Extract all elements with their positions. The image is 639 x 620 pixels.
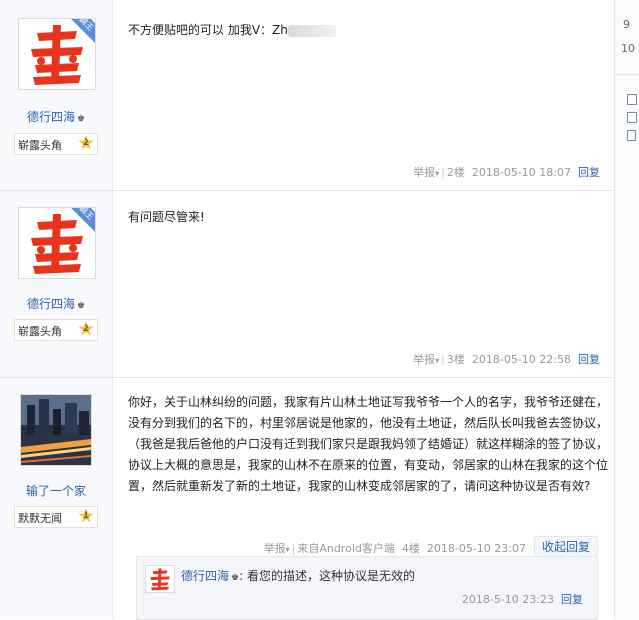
post-time: 2018-05-10 23:07 xyxy=(426,542,526,555)
username-text[interactable]: 输了一个家 xyxy=(26,484,86,498)
post-text-line: 你好，关于山林纠纷的问题，我家有片山林土地证写我爷爷一个人的名字，我爷爷还健在， xyxy=(128,395,609,409)
reply-link[interactable]: 回复 xyxy=(578,166,600,179)
collapse-replies-button[interactable]: 收起回复 xyxy=(534,536,598,557)
level-badge[interactable]: 默默无闻 1 xyxy=(14,506,98,528)
post-content: 有问题尽管来! xyxy=(128,207,205,228)
sidebar-divider xyxy=(615,74,639,75)
username-link[interactable]: 输了一个家 xyxy=(0,482,112,499)
crown-icon: ♚ xyxy=(76,114,86,124)
dropdown-arrow-icon[interactable]: ▾ xyxy=(435,169,439,178)
reply-line: 德行四海 ♚: 看您的描述，这种协议是无效的 xyxy=(181,567,415,584)
post-floor-3: 霸王 德行四海 ♚ 崭露头角 2 有问题尽管来! 举报▾ | 3楼 2018-05-1… xyxy=(0,191,612,378)
post-text-line: 没有分到我们的名下的，村里邻居说是他家的，他没有土地证，然后队长叫我爸去签协议， xyxy=(128,416,609,430)
level-badge[interactable]: 崭露头角 2 xyxy=(14,319,98,341)
avatar[interactable] xyxy=(20,394,92,466)
floor-number: 2楼 xyxy=(446,166,465,179)
right-sidebar: 9 10 xyxy=(614,0,639,619)
separator: | xyxy=(441,166,445,179)
post-floor-2: 霸王 德行四海 ♚ 崭露头角 2 不方便贴吧的可以 加我V：Zh 举报▾ | 2楼 2… xyxy=(0,0,612,191)
username-link[interactable]: 德行四海 ♚ xyxy=(0,295,112,312)
reply-avatar[interactable] xyxy=(145,565,175,593)
username-text[interactable]: 德行四海 xyxy=(27,110,75,124)
floor-number: 4楼 xyxy=(401,542,420,555)
post-text-line: 协议上大概的意思是，我家的山林不在原来的位置，有变动，邻居家的山林在我家的这个位 xyxy=(128,458,609,472)
trash-icon[interactable] xyxy=(627,130,636,141)
post-tail: 举报▾ | 2楼 2018-05-10 18:07 回复 xyxy=(413,164,600,180)
city-night-photo-icon xyxy=(21,395,91,465)
sidebar-number[interactable]: 9 xyxy=(623,18,630,31)
level-star-icon: 1 xyxy=(78,508,94,523)
sub-reply-box: 德行四海 ♚: 看您的描述，这种协议是无效的 2018-5-10 23:23 回复 xyxy=(136,556,598,620)
sidebar-number[interactable]: 10 xyxy=(621,42,635,55)
reply-link[interactable]: 回复 xyxy=(578,353,600,366)
separator: | xyxy=(291,542,296,555)
post-author-column: 霸王 德行四海 ♚ 崭露头角 2 xyxy=(0,191,113,377)
level-star-icon: 2 xyxy=(78,321,94,336)
separator: | xyxy=(441,353,445,366)
level-title: 默默无闻 xyxy=(18,512,62,525)
username-text[interactable]: 德行四海 xyxy=(27,297,75,311)
level-badge[interactable]: 崭露头角 2 xyxy=(14,133,98,155)
save-icon[interactable] xyxy=(627,112,637,123)
post-content: 不方便贴吧的可以 加我V：Zh xyxy=(128,20,336,41)
floor-number: 3楼 xyxy=(446,353,465,366)
thread-main: 霸王 德行四海 ♚ 崭露头角 2 不方便贴吧的可以 加我V：Zh 举报▾ | 2楼 2… xyxy=(0,0,614,620)
post-text-line: 置，然后就重新发了新的土地证，我家的山林变成邻居家的了，请问这种协议是否有效? xyxy=(128,479,591,493)
avatar[interactable]: 霸王 xyxy=(18,18,96,90)
post-time: 2018-05-10 22:58 xyxy=(471,353,571,366)
reply-username[interactable]: 德行四海 xyxy=(181,569,229,583)
post-text: 不方便贴吧的可以 加我V：Zh xyxy=(128,23,288,37)
post-text: 有问题尽管来! xyxy=(128,210,205,224)
post-text-line: （我爸是我后爸他的户口没有迁到我们家只是跟我妈领了结婚证）就这样糊涂的签了协议， xyxy=(128,437,609,451)
post-author-column: 输了一个家 默默无闻 1 xyxy=(0,378,113,619)
post-content: 你好，关于山林纠纷的问题，我家有片山林土地证写我爷爷一个人的名字，我爷爷还健在，… xyxy=(128,392,608,497)
avatar[interactable]: 霸王 xyxy=(18,207,96,279)
report-link[interactable]: 举报 xyxy=(264,542,286,555)
reply-tail: 2018-5-10 23:23 回复 xyxy=(462,591,583,607)
level-title: 崭露头角 xyxy=(18,325,62,338)
level-title: 崭露头角 xyxy=(18,139,62,152)
blurred-id xyxy=(287,24,336,37)
post-tail: 举报▾ | 来自Android客户端 4楼 2018-05-10 23:07 xyxy=(264,540,526,556)
dropdown-arrow-icon[interactable]: ▾ xyxy=(286,545,290,554)
post-tail: 举报▾ | 3楼 2018-05-10 22:58 回复 xyxy=(413,351,600,367)
report-link[interactable]: 举报 xyxy=(413,166,435,179)
crown-icon: ♚ xyxy=(231,573,240,583)
dropdown-arrow-icon[interactable]: ▾ xyxy=(435,356,439,365)
reply-text: : 看您的描述，这种协议是无效的 xyxy=(239,569,415,583)
client-source: 来自Android客户端 xyxy=(297,542,395,555)
reply-time: 2018-5-10 23:23 xyxy=(461,593,554,606)
edit-icon[interactable] xyxy=(627,94,637,105)
level-star-icon: 2 xyxy=(78,135,94,150)
crown-icon: ♚ xyxy=(76,301,86,311)
report-link[interactable]: 举报 xyxy=(413,353,435,366)
red-calligraphy-logo-icon xyxy=(146,566,174,592)
username-link[interactable]: 德行四海 ♚ xyxy=(0,108,112,125)
post-time: 2018-05-10 18:07 xyxy=(471,166,571,179)
reply-link[interactable]: 回复 xyxy=(561,593,583,606)
post-author-column: 霸王 德行四海 ♚ 崭露头角 2 xyxy=(0,0,113,190)
